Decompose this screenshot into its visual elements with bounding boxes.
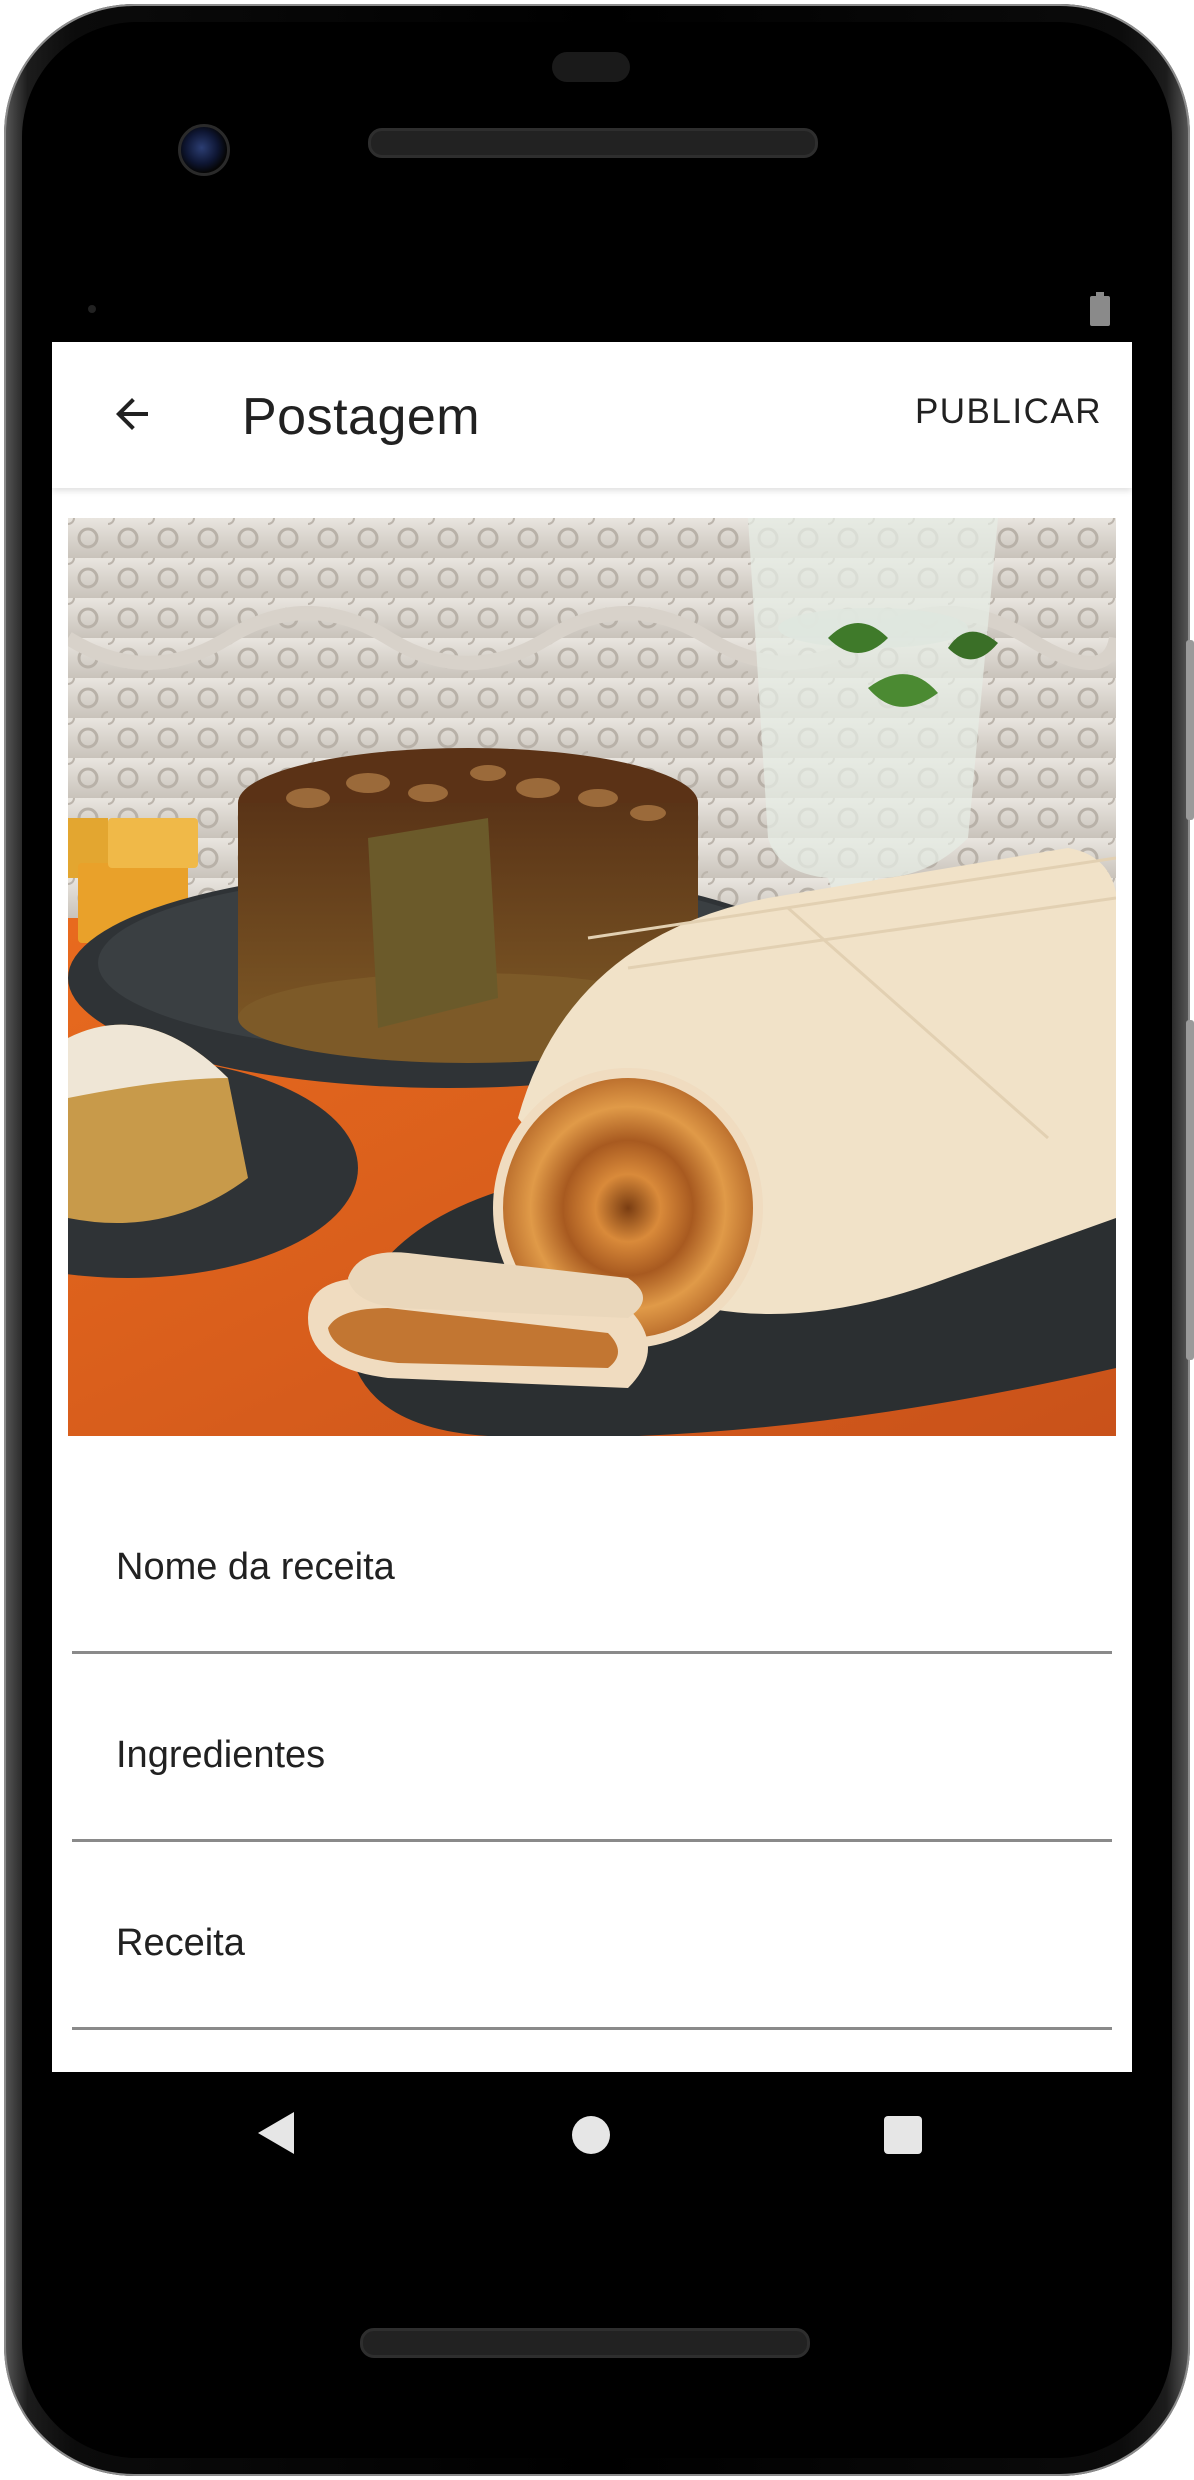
field-underline: [72, 2027, 1112, 2030]
top-earpiece: [552, 52, 630, 82]
recipe-name-field[interactable]: Nome da receita: [72, 1466, 1112, 1654]
recents-square-icon[interactable]: [884, 2116, 922, 2154]
back-button[interactable]: [92, 374, 172, 454]
back-triangle-icon: [258, 2112, 294, 2154]
power-button: [1186, 640, 1194, 820]
app-bar: Postagem PUBLICAR: [52, 342, 1132, 488]
recipe-instructions-placeholder: Receita: [116, 1922, 245, 1964]
nav-back-button[interactable]: [256, 2110, 296, 2156]
phone-device: Postagem PUBLICAR Nome da receita Ingred…: [0, 0, 1194, 2480]
app-screen: Postagem PUBLICAR Nome da receita Ingred…: [52, 342, 1132, 2072]
ingredients-placeholder: Ingredientes: [116, 1734, 326, 1776]
home-circle-icon[interactable]: [572, 2116, 610, 2154]
recipe-name-placeholder: Nome da receita: [116, 1546, 395, 1588]
front-camera: [178, 124, 230, 176]
page-title: Postagem: [242, 388, 481, 446]
proximity-sensor: [88, 305, 96, 313]
bottom-speaker: [360, 2328, 810, 2358]
recipe-photo[interactable]: [68, 518, 1116, 1436]
volume-button: [1186, 1020, 1194, 1360]
battery-icon: [1090, 292, 1110, 326]
publish-button[interactable]: PUBLICAR: [915, 392, 1102, 432]
arrow-left-icon: [116, 398, 148, 430]
top-speaker: [368, 128, 818, 158]
ingredients-field[interactable]: Ingredientes: [72, 1654, 1112, 1842]
recipe-instructions-field[interactable]: Receita: [72, 1842, 1112, 2030]
